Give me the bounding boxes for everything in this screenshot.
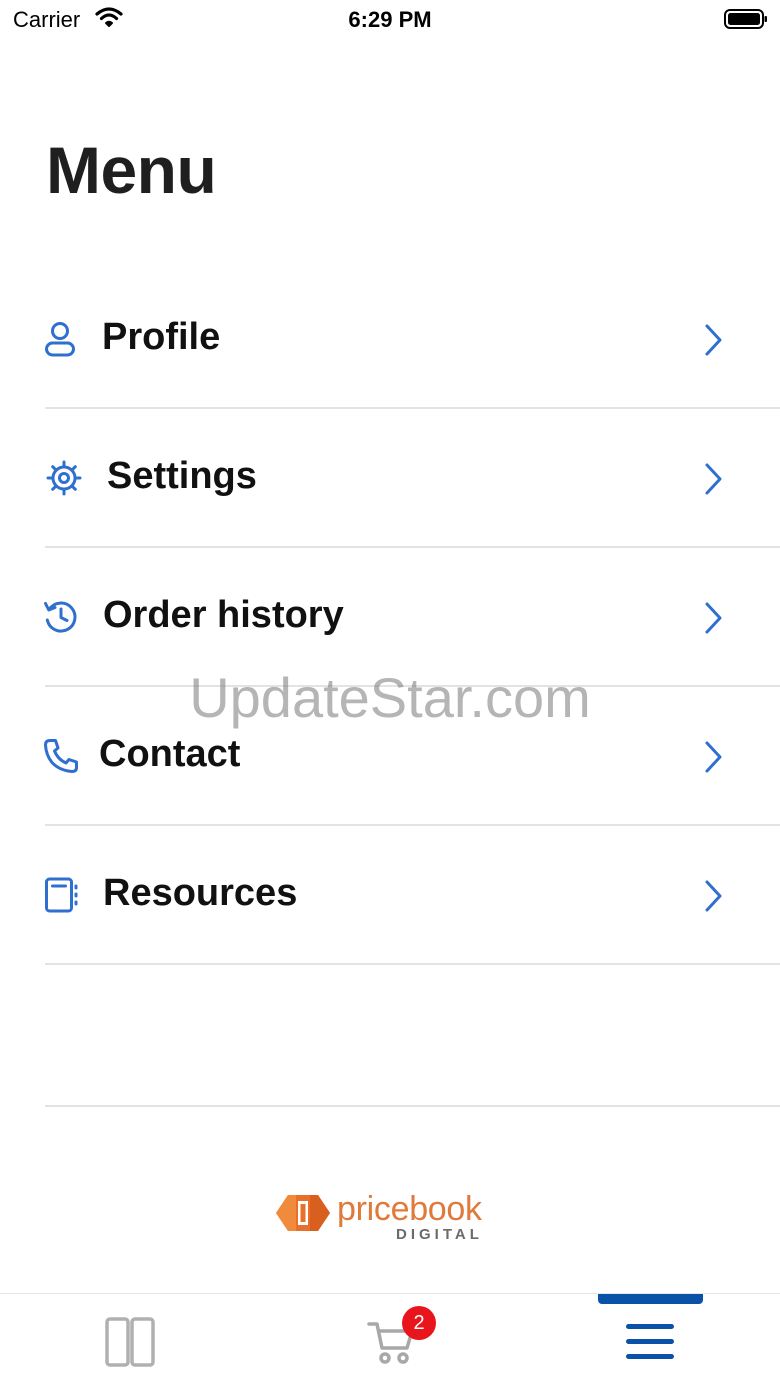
clock: 6:29 PM (348, 7, 432, 32)
pricebook-logo-mark (276, 1195, 330, 1231)
phone-icon (44, 739, 78, 773)
chevron-right-icon (705, 741, 722, 773)
notebook-icon (45, 877, 78, 913)
menu-item-label: Contact (99, 733, 241, 775)
page-title: Menu (46, 133, 217, 207)
menu-item-settings[interactable]: Settings (0, 409, 780, 548)
watermark: UpdateStar.com (189, 666, 591, 729)
logo-text: pricebook (337, 1190, 482, 1228)
cart-count-badge: 2 (402, 1306, 436, 1340)
tab-bar: 2 (0, 1293, 780, 1388)
chevron-right-icon (705, 463, 722, 495)
chevron-right-icon (705, 602, 722, 634)
selected-tab-indicator (598, 1294, 703, 1304)
pricebook-logo: pricebook DIGITAL (274, 1190, 514, 1250)
catalog-icon (105, 1317, 155, 1367)
tab-cart[interactable]: 2 (260, 1294, 520, 1388)
tab-catalog[interactable] (0, 1294, 260, 1388)
menu-item-resources[interactable]: Resources (0, 826, 780, 965)
history-icon (44, 601, 77, 633)
menu-item-label: Resources (103, 872, 298, 914)
menu-list: Profile Settings Order history Contact R… (0, 270, 780, 965)
gear-icon (46, 460, 82, 496)
menu-item-label: Settings (107, 455, 257, 497)
menu-item-label: Profile (102, 316, 221, 358)
user-icon (45, 322, 75, 357)
battery-icon (724, 9, 767, 29)
menu-item-profile[interactable]: Profile (0, 270, 780, 409)
hamburger-menu-icon (626, 1324, 674, 1359)
menu-item-label: Order history (103, 594, 344, 636)
logo-subtext: DIGITAL (396, 1226, 483, 1243)
divider (45, 1105, 780, 1107)
status-bar: Carrier 6:29 PM (0, 0, 780, 40)
divider (45, 963, 780, 965)
chevron-right-icon (705, 324, 722, 356)
chevron-right-icon (705, 880, 722, 912)
tab-menu[interactable] (520, 1294, 780, 1388)
